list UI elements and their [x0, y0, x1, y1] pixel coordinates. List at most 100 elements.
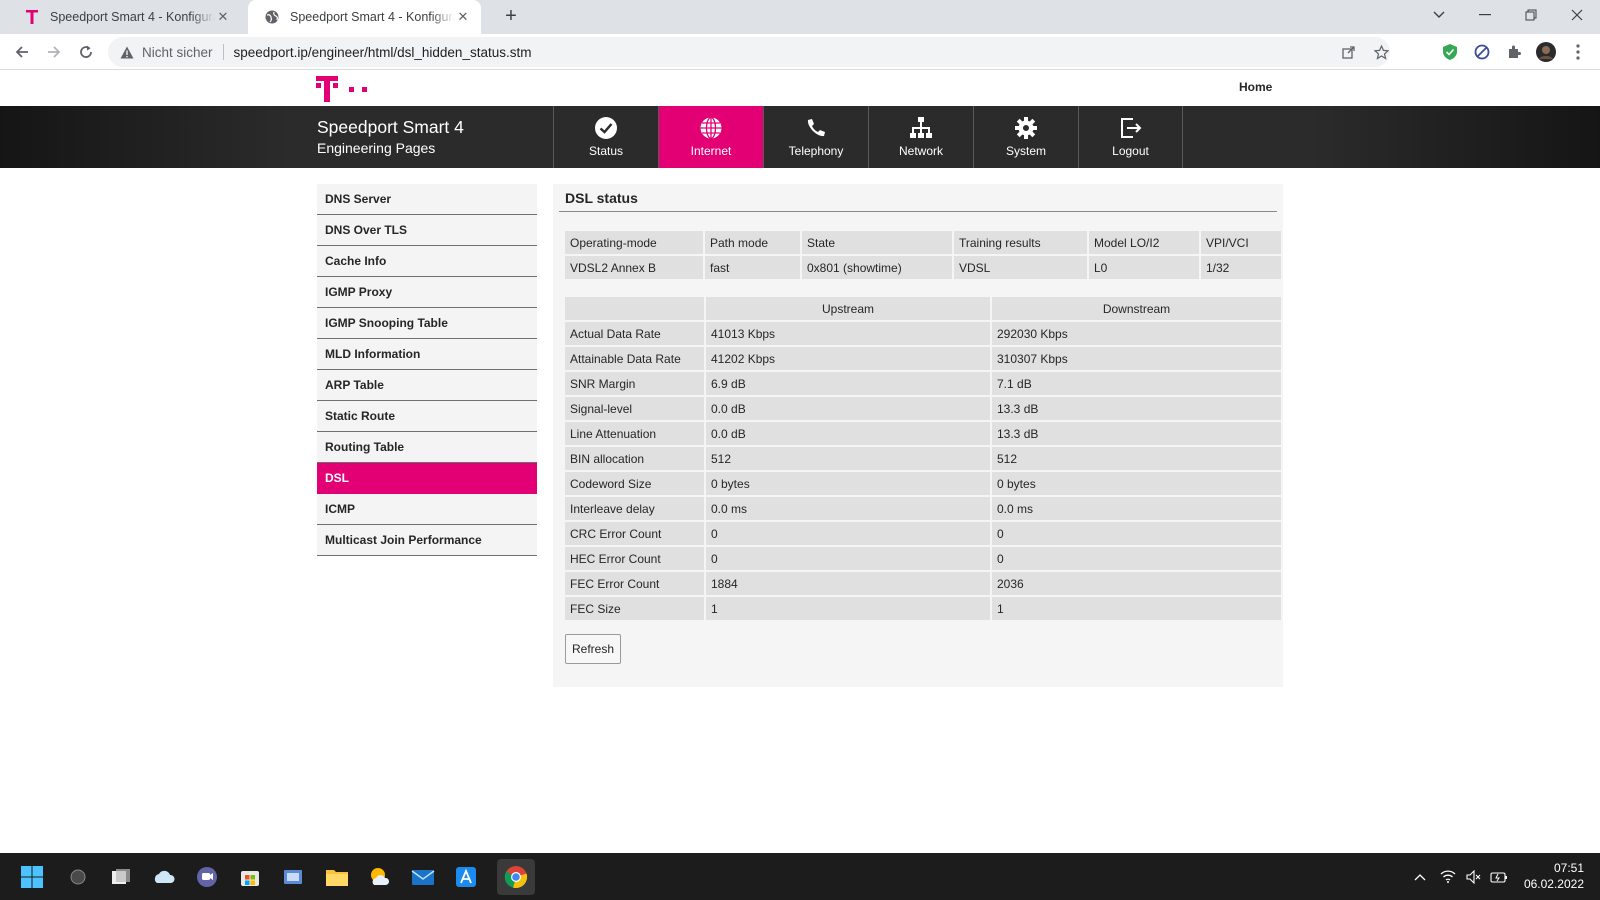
tab-title: Speedport Smart 4 - Konfiguratio [50, 10, 215, 24]
sidebar-item-multicast-join-performance[interactable]: Multicast Join Performance [317, 525, 537, 556]
row-label-cell: Line Attenuation [565, 422, 704, 445]
row-label-cell: CRC Error Count [565, 522, 704, 545]
row-label-cell: SNR Margin [565, 372, 704, 395]
share-icon[interactable] [1342, 37, 1356, 67]
table-row: Signal-level 0.0 dB 13.3 dB [565, 397, 1281, 420]
refresh-button[interactable]: Refresh [565, 634, 621, 664]
globe-icon [699, 115, 723, 141]
sidebar-item-dns-over-tls[interactable]: DNS Over TLS [317, 215, 537, 246]
telekom-favicon-icon [24, 9, 40, 25]
browser-menu-icon[interactable] [1568, 42, 1588, 62]
upstream-cell: 1 [706, 597, 990, 620]
minimize-icon[interactable] [1462, 0, 1508, 30]
restore-icon[interactable] [1508, 0, 1554, 30]
table-row: HEC Error Count 0 0 [565, 547, 1281, 570]
nav-network[interactable]: Network [868, 106, 973, 168]
downstream-cell: 0.0 ms [992, 497, 1281, 520]
brand: Speedport Smart 4 Engineering Pages [317, 117, 464, 156]
table-cell: L0 [1089, 256, 1199, 279]
snipping-tool-icon[interactable] [278, 862, 308, 892]
nav-label: Logout [1112, 144, 1149, 158]
app-store-icon[interactable] [451, 862, 481, 892]
nav-status[interactable]: Status [553, 106, 658, 168]
browser-tab-2[interactable]: Speedport Smart 4 - Konfiguratio ✕ [248, 0, 481, 34]
row-label-cell: FEC Size [565, 597, 704, 620]
nav-telephony[interactable]: Telephony [763, 106, 868, 168]
table-header: Path mode [705, 231, 800, 254]
sidebar-item-routing-table[interactable]: Routing Table [317, 432, 537, 463]
mode-table: Operating-mode Path mode State Training … [563, 229, 1283, 281]
sidebar-item-icmp[interactable]: ICMP [317, 494, 537, 525]
nav-system[interactable]: System [973, 106, 1078, 168]
block-extension-icon[interactable] [1472, 42, 1492, 62]
table-header: State [802, 231, 952, 254]
back-icon[interactable] [10, 40, 34, 64]
new-tab-button[interactable]: + [500, 6, 522, 28]
sidebar: DNS Server DNS Over TLS Cache Info IGMP … [317, 184, 537, 556]
sidebar-item-igmp-snooping-table[interactable]: IGMP Snooping Table [317, 308, 537, 339]
telekom-logo[interactable] [316, 76, 374, 102]
wifi-icon[interactable] [1440, 853, 1456, 900]
url-text[interactable]: speedport.ip/engineer/html/dsl_hidden_st… [234, 45, 532, 60]
sidebar-item-cache-info[interactable]: Cache Info [317, 246, 537, 277]
table-cell: 1/32 [1201, 256, 1281, 279]
downstream-cell: 2036 [992, 572, 1281, 595]
teams-chat-icon[interactable] [192, 862, 222, 892]
browser-tab-1[interactable]: Speedport Smart 4 - Konfiguratio ✕ [8, 0, 241, 34]
profile-avatar[interactable] [1536, 42, 1556, 62]
tab-search-icon[interactable] [1416, 0, 1462, 30]
address-bar[interactable]: Nicht sicher speedport.ip/engineer/html/… [108, 37, 1390, 67]
upstream-cell: 41202 Kbps [706, 347, 990, 370]
weather-icon[interactable] [365, 862, 395, 892]
dsl-status-panel: DSL status Operating-mode Path mode Stat… [553, 184, 1283, 687]
close-tab-icon[interactable]: ✕ [455, 9, 471, 25]
nav-internet[interactable]: Internet [658, 106, 763, 168]
close-window-icon[interactable] [1554, 0, 1600, 30]
onedrive-weather-icon[interactable] [149, 862, 179, 892]
clock-date: 06.02.2022 [1523, 877, 1584, 891]
upstream-cell: 0 [706, 547, 990, 570]
sidebar-item-mld-information[interactable]: MLD Information [317, 339, 537, 370]
brand-subtitle: Engineering Pages [317, 140, 436, 156]
extensions-puzzle-icon[interactable] [1504, 42, 1524, 62]
close-tab-icon[interactable]: ✕ [215, 9, 231, 25]
security-label[interactable]: Nicht sicher [142, 45, 213, 60]
volume-muted-icon[interactable] [1466, 853, 1482, 900]
table-row: VDSL2 Annex B fast 0x801 (showtime) VDSL… [565, 256, 1281, 279]
nav-label: Internet [690, 144, 732, 158]
sidebar-item-dsl[interactable]: DSL [317, 463, 537, 494]
downstream-cell: 0 [992, 547, 1281, 570]
brand-title: Speedport Smart 4 [317, 117, 464, 137]
bookmark-star-icon[interactable] [1374, 37, 1389, 67]
table-cell: VDSL [954, 256, 1087, 279]
store-icon[interactable] [235, 862, 265, 892]
nav-label: Network [898, 144, 943, 158]
sidebar-item-igmp-proxy[interactable]: IGMP Proxy [317, 277, 537, 308]
sidebar-item-static-route[interactable]: Static Route [317, 401, 537, 432]
logout-icon [1119, 115, 1143, 141]
taskbar-clock[interactable]: 07:51 06.02.2022 [1524, 860, 1584, 892]
shield-extension-icon[interactable] [1440, 42, 1460, 62]
home-link[interactable]: Home [1239, 80, 1272, 94]
chrome-taskbar-icon[interactable] [497, 859, 535, 895]
clock-time: 07:51 [1553, 861, 1584, 875]
nav-logout[interactable]: Logout [1078, 106, 1183, 168]
upstream-cell: 0.0 dB [706, 397, 990, 420]
sidebar-item-arp-table[interactable]: ARP Table [317, 370, 537, 401]
browser-toolbar: Nicht sicher speedport.ip/engineer/html/… [0, 34, 1600, 70]
forward-icon[interactable] [42, 40, 66, 64]
task-view-icon[interactable] [106, 862, 136, 892]
mail-icon[interactable] [408, 862, 438, 892]
nav-label: Telephony [788, 144, 844, 158]
file-explorer-icon[interactable] [322, 862, 352, 892]
table-row: BIN allocation 512 512 [565, 447, 1281, 470]
row-label-cell: Signal-level [565, 397, 704, 420]
windows-start-icon[interactable] [17, 862, 47, 892]
table-row: CRC Error Count 0 0 [565, 522, 1281, 545]
show-hidden-icons-icon[interactable] [1414, 853, 1426, 900]
sidebar-item-dns-server[interactable]: DNS Server [317, 184, 537, 215]
reload-icon[interactable] [74, 40, 98, 64]
battery-icon[interactable] [1490, 853, 1508, 900]
downstream-cell: 512 [992, 447, 1281, 470]
search-icon[interactable] [63, 862, 93, 892]
